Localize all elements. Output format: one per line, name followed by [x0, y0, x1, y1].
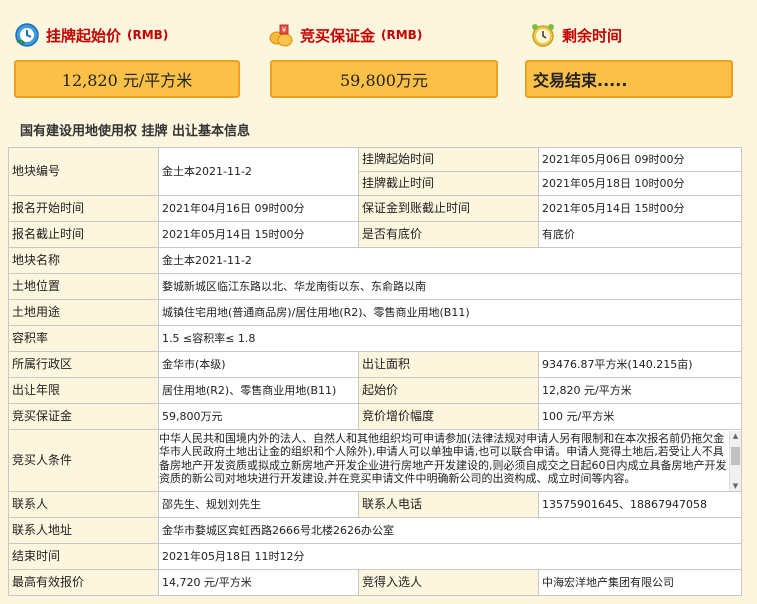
list-end-value: 2021年05月18日 10时00分 [538, 171, 742, 196]
district-value: 金华市(本级) [158, 351, 359, 378]
table-row: 所属行政区 金华市(本级) 出让面积 93476.87平方米(140.215亩) [8, 351, 742, 378]
location-label: 土地位置 [8, 273, 159, 300]
start-price-unit: (RMB) [127, 28, 169, 42]
winner-label: 竞得入选人 [358, 569, 539, 596]
coins-icon: ¥ [268, 22, 294, 48]
table-row: 联系人 邵先生、规划刘先生 联系人电话 13575901645、18867947… [8, 491, 742, 518]
reg-start-label: 报名开始时间 [8, 195, 159, 222]
conditions-cell: 中华人民共和国境内外的法人、自然人和其他组织均可申请参加(法律法规对申请人另有限… [158, 429, 742, 492]
list-end-label: 挂牌截止时间 [358, 171, 539, 196]
conditions-scrollbar[interactable]: ▲ ▼ [729, 430, 741, 491]
increment-label: 竞价增价幅度 [358, 403, 539, 430]
phone-value: 13575901645、18867947058 [538, 491, 742, 518]
start-price-value: 12,820 元/平方米 [14, 60, 240, 98]
area-label: 出让面积 [358, 351, 539, 378]
deposit-cell: 59,800万元 [158, 403, 359, 430]
table-row: 地块编号 金土本2021-11-2 挂牌起始时间 2021年05月06日 09时… [8, 147, 742, 196]
conditions-scroll-area[interactable]: 中华人民共和国境内外的法人、自然人和其他组织均可申请参加(法律法规对申请人另有限… [159, 430, 741, 491]
deposit-unit: (RMB) [381, 28, 423, 42]
phone-label: 联系人电话 [358, 491, 539, 518]
reg-end-value: 2021年05月14日 15时00分 [158, 221, 359, 248]
table-row: 地块名称 金土本2021-11-2 [8, 247, 742, 274]
location-value: 婺城新城区临江东路以北、华龙南街以东、东俞路以南 [158, 273, 742, 300]
list-start-value: 2021年05月06日 09时00分 [538, 147, 742, 172]
deposit-value: 59,800万元 [270, 60, 498, 98]
remaining-value: 交易结束..... [525, 60, 733, 98]
table-row: 竞买人条件 中华人民共和国境内外的法人、自然人和其他组织均可申请参加(法律法规对… [8, 429, 742, 492]
plot-name-value: 金土本2021-11-2 [158, 247, 742, 274]
table-row: 土地用途 城镇住宅用地(普通商品房)/居住用地(R2)、零售商业用地(B11) [8, 299, 742, 326]
reserve-label: 是否有底价 [358, 221, 539, 248]
deposit-deadline-label: 保证金到账截止时间 [358, 195, 539, 222]
district-label: 所属行政区 [8, 351, 159, 378]
address-label: 联系人地址 [8, 517, 159, 544]
conditions-label: 竞买人条件 [8, 429, 159, 492]
start-price-cell: 12,820 元/平方米 [538, 377, 742, 404]
remaining-title: 剩余时间 [562, 26, 623, 45]
term-value: 居住用地(R2)、零售商业用地(B11) [158, 377, 359, 404]
plot-no-value: 金土本2021-11-2 [158, 147, 359, 196]
remaining-header: 剩余时间 [530, 20, 622, 50]
table-row: 最高有效报价 14,720 元/平方米 竞得入选人 中海宏洋地产集团有限公司 [8, 569, 742, 596]
scroll-down-arrow-icon[interactable]: ▼ [730, 481, 741, 491]
land-info-table: 地块编号 金土本2021-11-2 挂牌起始时间 2021年05月06日 09时… [8, 147, 742, 596]
highest-bid-label: 最高有效报价 [8, 569, 159, 596]
reserve-value: 有底价 [538, 221, 742, 248]
deposit-header: ¥ 竞买保证金 (RMB) [268, 20, 422, 50]
table-row: 竞买保证金 59,800万元 竞价增价幅度 100 元/平方米 [8, 403, 742, 430]
contact-value: 邵先生、规划刘先生 [158, 491, 359, 518]
scroll-up-arrow-icon[interactable]: ▲ [730, 431, 741, 441]
far-label: 容积率 [8, 325, 159, 352]
table-row: 报名截止时间 2021年05月14日 15时00分 是否有底价 有底价 [8, 221, 742, 248]
end-time-label: 结束时间 [8, 543, 159, 570]
deposit-deadline-value: 2021年05月14日 15时00分 [538, 195, 742, 222]
usage-label: 土地用途 [8, 299, 159, 326]
plot-no-label: 地块编号 [8, 147, 159, 196]
usage-value: 城镇住宅用地(普通商品房)/居住用地(R2)、零售商业用地(B11) [158, 299, 742, 326]
table-row: 结束时间 2021年05月18日 11时12分 [8, 543, 742, 570]
table-row: 土地位置 婺城新城区临江东路以北、华龙南街以东、东俞路以南 [8, 273, 742, 300]
reg-start-value: 2021年04月16日 09时00分 [158, 195, 359, 222]
winner-value: 中海宏洋地产集团有限公司 [538, 569, 742, 596]
table-row: 容积率 1.5 ≤容积率≤ 1.8 [8, 325, 742, 352]
deposit-title: 竞买保证金 [300, 26, 376, 45]
end-time-value: 2021年05月18日 11时12分 [158, 543, 742, 570]
table-row: 报名开始时间 2021年04月16日 09时00分 保证金到账截止时间 2021… [8, 195, 742, 222]
scroll-thumb[interactable] [731, 446, 740, 465]
start-price-title: 挂牌起始价 [46, 26, 122, 45]
increment-value: 100 元/平方米 [538, 403, 742, 430]
far-value: 1.5 ≤容积率≤ 1.8 [158, 325, 742, 352]
plot-name-label: 地块名称 [8, 247, 159, 274]
table-row: 出让年限 居住用地(R2)、零售商业用地(B11) 起始价 12,820 元/平… [8, 377, 742, 404]
svg-text:¥: ¥ [282, 26, 287, 34]
section-title: 国有建设用地使用权 挂牌 出让基本信息 [20, 124, 251, 139]
highest-bid-value: 14,720 元/平方米 [158, 569, 359, 596]
price-tag-icon [14, 22, 40, 48]
start-price-header: 挂牌起始价 (RMB) [14, 20, 168, 50]
list-start-label: 挂牌起始时间 [358, 147, 539, 172]
start-price-label: 起始价 [358, 377, 539, 404]
conditions-text: 中华人民共和国境内外的法人、自然人和其他组织均可申请参加(法律法规对申请人另有限… [159, 431, 727, 486]
alarm-clock-icon [530, 22, 556, 48]
table-row: 联系人地址 金华市婺城区宾虹西路2666号北楼2626办公室 [8, 517, 742, 544]
term-label: 出让年限 [8, 377, 159, 404]
area-value: 93476.87平方米(140.215亩) [538, 351, 742, 378]
deposit-label: 竞买保证金 [8, 403, 159, 430]
address-value: 金华市婺城区宾虹西路2666号北楼2626办公室 [158, 517, 742, 544]
contact-label: 联系人 [8, 491, 159, 518]
reg-end-label: 报名截止时间 [8, 221, 159, 248]
